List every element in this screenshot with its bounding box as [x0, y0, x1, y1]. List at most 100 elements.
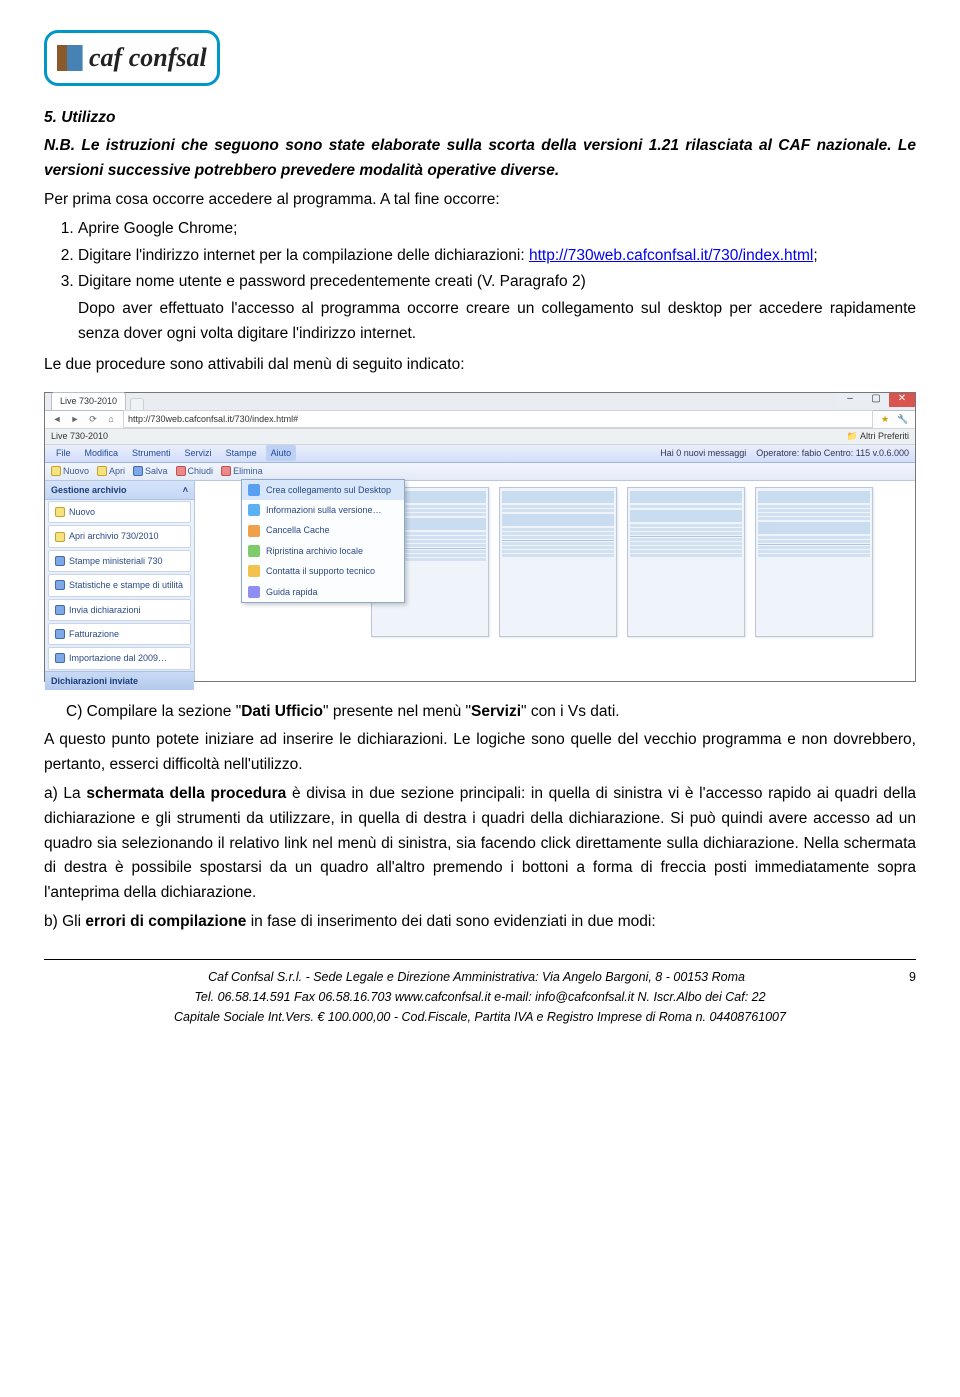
- wrench-icon[interactable]: 🔧: [897, 412, 909, 426]
- delete-icon: [221, 466, 231, 476]
- after-c-paragraph: A questo punto potete iniziare ad inseri…: [44, 728, 916, 778]
- clear-icon: [248, 525, 260, 537]
- point-b: b) Gli errori di compilazione in fase di…: [44, 910, 916, 935]
- form-thumbnail[interactable]: [499, 487, 617, 637]
- maximize-icon[interactable]: ▢: [863, 393, 889, 407]
- footer-line-1: Caf Confsal S.r.l. - Sede Legale e Direz…: [44, 967, 916, 987]
- forward-icon[interactable]: ►: [69, 412, 81, 426]
- embedded-screenshot: – ▢ ✕ Live 730-2010 ◄ ► ⟳ ⌂ http://730we…: [44, 392, 916, 682]
- bookmark-star-icon[interactable]: ★: [879, 412, 891, 426]
- dropdown-item[interactable]: Cancella Cache: [242, 520, 404, 540]
- dropdown-item[interactable]: Contatta il supporto tecnico: [242, 561, 404, 581]
- header-logo: caf confsal: [44, 30, 220, 86]
- dropdown-item[interactable]: Crea collegamento sul Desktop: [242, 480, 404, 500]
- after-step-3: Dopo aver effettuato l'accesso al progra…: [78, 297, 916, 347]
- page-footer: 9 Caf Confsal S.r.l. - Sede Legale e Dir…: [44, 967, 916, 1027]
- support-icon: [248, 565, 260, 577]
- guide-icon: [248, 586, 260, 598]
- section-5-heading: 5. Utilizzo: [44, 106, 916, 131]
- intro-2: Le due procedure sono attivabili dal men…: [44, 353, 916, 378]
- main-panel: Crea collegamento sul Desktop Informazio…: [195, 481, 915, 681]
- step-1: Aprire Google Chrome;: [78, 217, 916, 242]
- file-icon: [55, 507, 65, 517]
- menu-stampe[interactable]: Stampe: [221, 445, 262, 461]
- browser-tab[interactable]: Live 730-2010: [51, 392, 126, 409]
- step-3-text: Digitare nome utente e password preceden…: [78, 273, 586, 290]
- restore-icon: [248, 545, 260, 557]
- save-icon: [133, 466, 143, 476]
- url-input[interactable]: http://730web.cafconfsal.it/730/index.ht…: [123, 410, 873, 428]
- tool-salva[interactable]: Salva: [133, 464, 168, 478]
- sidebar-item[interactable]: Nuovo: [48, 501, 191, 523]
- step-2: Digitare l'indirizzo internet per la com…: [78, 244, 916, 269]
- reload-icon[interactable]: ⟳: [87, 412, 99, 426]
- form-thumbnail[interactable]: [627, 487, 745, 637]
- import-icon: [55, 653, 65, 663]
- dropdown-item[interactable]: Ripristina archivio locale: [242, 541, 404, 561]
- tool-nuovo[interactable]: Nuovo: [51, 464, 89, 478]
- status-operator: Operatore: fabio Centro: 115 v.0.6.000: [756, 446, 909, 460]
- collapse-icon: ˄: [183, 483, 188, 497]
- desktop-icon: [248, 484, 260, 496]
- home-icon[interactable]: ⌂: [105, 412, 117, 426]
- dropdown-item[interactable]: Informazioni sulla versione…: [242, 500, 404, 520]
- sidebar-item[interactable]: Stampe ministeriali 730: [48, 550, 191, 572]
- footer-web-link[interactable]: www.cafconfsal.it: [395, 990, 491, 1004]
- app-toolbar: Nuovo Apri Salva Chiudi Elimina: [45, 463, 915, 481]
- logo-text: caf confsal: [89, 37, 207, 79]
- sidebar-header[interactable]: Gestione archivio ˄: [45, 481, 194, 500]
- menu-modifica[interactable]: Modifica: [80, 445, 124, 461]
- aiuto-dropdown: Crea collegamento sul Desktop Informazio…: [241, 479, 405, 603]
- sidebar-footer-header[interactable]: Dichiarazioni inviate: [45, 671, 194, 690]
- sidebar-item[interactable]: Statistiche e stampe di utilità: [48, 574, 191, 596]
- menu-file[interactable]: File: [51, 445, 76, 461]
- menu-strumenti[interactable]: Strumenti: [127, 445, 176, 461]
- send-icon: [55, 605, 65, 615]
- tool-chiudi[interactable]: Chiudi: [176, 464, 214, 478]
- new-icon: [51, 466, 61, 476]
- page-number: 9: [909, 967, 916, 987]
- dropdown-item[interactable]: Guida rapida: [242, 582, 404, 602]
- close-icon[interactable]: ✕: [889, 393, 915, 407]
- other-bookmarks[interactable]: 📁 Altri Preferiti: [847, 429, 909, 443]
- sidebar-item[interactable]: Invia dichiarazioni: [48, 599, 191, 621]
- index-link[interactable]: http://730web.cafconfsal.it/730/index.ht…: [529, 247, 813, 264]
- tool-apri[interactable]: Apri: [97, 464, 125, 478]
- close-icon-tool: [176, 466, 186, 476]
- info-icon: [248, 504, 260, 516]
- window-controls: – ▢ ✕: [837, 393, 915, 407]
- footer-line-3: Capitale Sociale Int.Vers. € 100.000,00 …: [44, 1007, 916, 1027]
- step-3: Digitare nome utente e password preceden…: [78, 270, 916, 346]
- form-thumbnail[interactable]: [755, 487, 873, 637]
- sidebar: Gestione archivio ˄ Nuovo Apri archivio …: [45, 481, 195, 681]
- folder-icon: [55, 532, 65, 542]
- menu-aiuto[interactable]: Aiuto: [266, 445, 297, 461]
- sidebar-item[interactable]: Apri archivio 730/2010: [48, 525, 191, 547]
- bookmark-item[interactable]: Live 730-2010: [51, 429, 108, 443]
- browser-tabbar: Live 730-2010: [45, 393, 915, 411]
- bill-icon: [55, 629, 65, 639]
- step-2-lead: Digitare l'indirizzo internet per la com…: [78, 247, 529, 264]
- intro-text: Per prima cosa occorre accedere al progr…: [44, 188, 916, 213]
- back-icon[interactable]: ◄: [51, 412, 63, 426]
- sidebar-item[interactable]: Fatturazione: [48, 623, 191, 645]
- point-c: C) Compilare la sezione "Dati Ufficio" p…: [66, 700, 916, 725]
- address-bar-row: ◄ ► ⟳ ⌂ http://730web.cafconfsal.it/730/…: [45, 411, 915, 429]
- stat-icon: [55, 580, 65, 590]
- new-tab-button[interactable]: [130, 398, 144, 410]
- minimize-icon[interactable]: –: [837, 393, 863, 407]
- tool-elimina[interactable]: Elimina: [221, 464, 263, 478]
- sidebar-item[interactable]: Importazione dal 2009…: [48, 647, 191, 669]
- print-icon: [55, 556, 65, 566]
- logo-mark-icon: [57, 45, 83, 71]
- app-menubar: File Modifica Strumenti Servizi Stampe A…: [45, 445, 915, 463]
- bookmarks-bar: Live 730-2010 📁 Altri Preferiti: [45, 429, 915, 445]
- status-messages: Hai 0 nuovi messaggi: [660, 446, 746, 460]
- section-5-note: N.B. Le istruzioni che seguono sono stat…: [44, 134, 916, 184]
- point-a: a) La schermata della procedura è divisa…: [44, 782, 916, 906]
- menu-servizi[interactable]: Servizi: [180, 445, 217, 461]
- open-icon: [97, 466, 107, 476]
- steps-list: Aprire Google Chrome; Digitare l'indiriz…: [78, 217, 916, 347]
- footer-line-2: Tel. 06.58.14.591 Fax 06.58.16.703 www.c…: [44, 987, 916, 1007]
- footer-rule: [44, 959, 916, 960]
